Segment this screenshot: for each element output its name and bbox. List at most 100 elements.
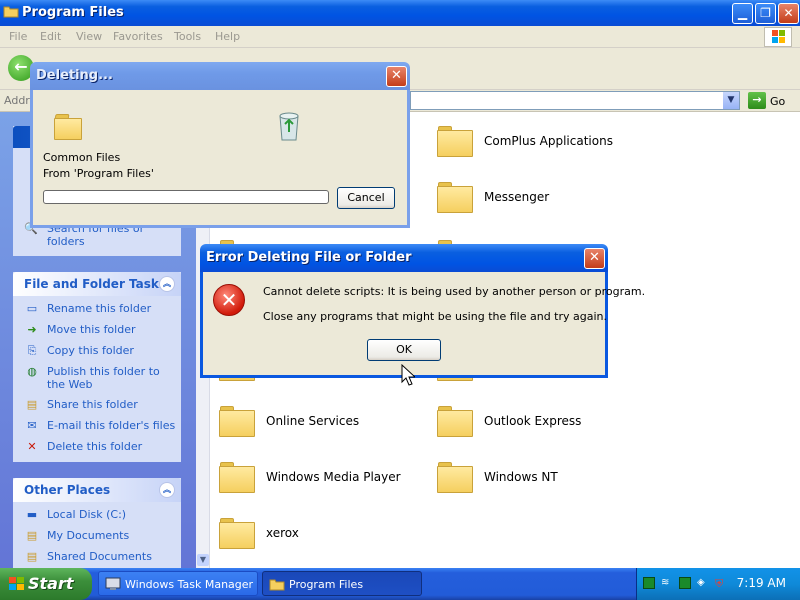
move-icon: ➜ [27,323,37,336]
go-label[interactable]: Go [770,95,785,108]
restore-button[interactable]: ❐ [755,3,776,24]
place-shared-documents[interactable]: ▤ Shared Documents [24,550,177,564]
cancel-button[interactable]: Cancel [337,187,395,209]
menu-tools[interactable]: Tools [174,30,201,43]
task-move-folder[interactable]: ➜ Move this folder [24,323,177,337]
drive-icon: ▬ [26,508,38,521]
folder-label: Messenger [484,190,550,204]
taskbar-button-label: Windows Task Manager [125,578,254,591]
folder-icon [3,4,19,18]
task-copy-folder[interactable]: ⎘ Copy this folder [24,344,177,358]
folder-label: Online Services [266,414,360,428]
go-button[interactable]: → [748,92,766,109]
deleting-dialog: Deleting... ✕ Common Files From 'Program… [30,62,410,228]
task-label: E-mail this folder's files [47,419,176,432]
menu-view[interactable]: View [76,30,102,43]
collapse-icon[interactable]: ︽ [159,482,175,498]
folder-icon [218,404,256,438]
delete-x-icon: ✕ [27,440,37,453]
folder-item[interactable]: Windows NT [436,458,636,498]
place-my-documents[interactable]: ▤ My Documents [24,529,177,543]
tray-green-icon[interactable] [643,577,655,589]
ok-button[interactable]: OK [367,339,441,361]
close-icon: ✕ [783,6,794,20]
panel-header-file-tasks[interactable]: File and Folder Tasks ︽ [13,272,181,296]
folder-label: Windows NT [484,470,558,484]
place-label: Local Disk (C:) [47,508,127,521]
menu-favorites[interactable]: Favorites [113,30,163,43]
menu-file[interactable]: File [9,30,27,43]
error-dialog-titlebar[interactable]: Error Deleting File or Folder ✕ [200,244,608,272]
close-icon: ✕ [391,68,402,83]
places-list: ▬ Local Disk (C:) ▤ My Documents ▤ Shared D… [13,502,181,568]
folder-item[interactable]: xerox [218,514,418,554]
speaker-icon[interactable]: ◈ [697,577,709,589]
task-label: Publish this folder to the Web [47,365,160,391]
shared-folder-icon: ▤ [26,550,38,563]
place-label: Shared Documents [47,550,152,563]
delete-progress-bar [43,190,329,204]
close-button[interactable]: ✕ [386,66,407,87]
task-label: Share this folder [47,398,138,411]
recycle-bin-icon [275,110,303,142]
deleting-dialog-title: Deleting... [36,68,113,83]
window-title: Program Files [22,5,124,20]
minimize-button[interactable]: ▁ [732,3,753,24]
rename-icon: ▭ [26,302,38,315]
restore-icon: ❐ [760,6,771,20]
task-rename-folder[interactable]: ▭ Rename this folder [24,302,177,316]
copy-icon: ⎘ [27,344,37,357]
folder-icon [218,460,256,494]
deleting-from-text: From 'Program Files' [43,167,154,180]
tray-green-icon[interactable] [679,577,691,589]
start-button[interactable]: Start [0,568,92,600]
panel-other-places: Other Places ︽ ▬ Local Disk (C:) ▤ My Docu… [13,478,181,568]
folder-item[interactable]: Outlook Express [436,402,636,442]
taskbar-program-files[interactable]: Program Files [262,571,422,596]
task-publish-folder[interactable]: ◍ Publish this folder to the Web [24,365,177,391]
window-titlebar[interactable]: Program Files ▁ ❐ ✕ [0,0,800,26]
task-share-folder[interactable]: ▤ Share this folder [24,398,177,412]
menu-help[interactable]: Help [215,30,240,43]
error-dialog: Error Deleting File or Folder ✕ ✕ Cannot… [200,244,645,378]
deleting-dialog-titlebar[interactable]: Deleting... ✕ [30,62,410,90]
menu-edit[interactable]: Edit [40,30,61,43]
folder-label: Outlook Express [484,414,582,428]
error-dialog-title: Error Deleting File or Folder [206,250,412,265]
folder-item[interactable]: ComPlus Applications [436,122,636,162]
place-local-disk[interactable]: ▬ Local Disk (C:) [24,508,177,522]
back-arrow-icon: ← [14,57,28,76]
panel-header-other-places[interactable]: Other Places ︽ [13,478,181,502]
scroll-down-icon[interactable]: ▼ [197,554,209,566]
close-button[interactable]: ✕ [778,3,799,24]
folder-item[interactable]: Windows Media Player [218,458,418,498]
folder-icon [218,516,256,550]
close-button[interactable]: ✕ [584,248,605,269]
task-email-files[interactable]: ✉ E-mail this folder's files [24,419,177,433]
collapse-icon[interactable]: ︽ [159,276,175,292]
security-shield-icon[interactable]: ⛨ [715,577,727,590]
close-icon: ✕ [589,250,600,265]
folder-item[interactable]: Online Services [218,402,418,442]
task-delete-folder[interactable]: ✕ Delete this folder [24,440,177,454]
start-label: Start [28,574,74,593]
panel-title: Other Places [24,483,111,497]
address-dropdown[interactable]: ▼ [723,92,739,109]
documents-folder-icon: ▤ [26,529,38,542]
globe-icon: ◍ [27,365,37,378]
minimize-icon: ▁ [737,6,748,20]
chevron-down-icon: ▼ [727,95,735,105]
address-field[interactable]: ▼ [410,91,740,110]
clock: 7:19 AM [736,576,786,590]
folder-icon [269,577,285,591]
folder-label: Windows Media Player [266,470,401,484]
system-tray: ≋ ◈ ⛨ 7:19 AM [636,568,800,600]
folder-label: xerox [266,526,299,540]
go-arrow-icon: → [752,93,762,106]
email-icon: ✉ [27,419,37,432]
folder-item[interactable]: Messenger [436,178,636,218]
folder-label: ComPlus Applications [484,134,613,148]
task-list: ▭ Rename this folder ➜ Move this folder ⎘ C… [13,296,181,467]
network-icon[interactable]: ≋ [661,577,673,589]
taskbar-task-manager[interactable]: Windows Task Manager [98,571,258,596]
